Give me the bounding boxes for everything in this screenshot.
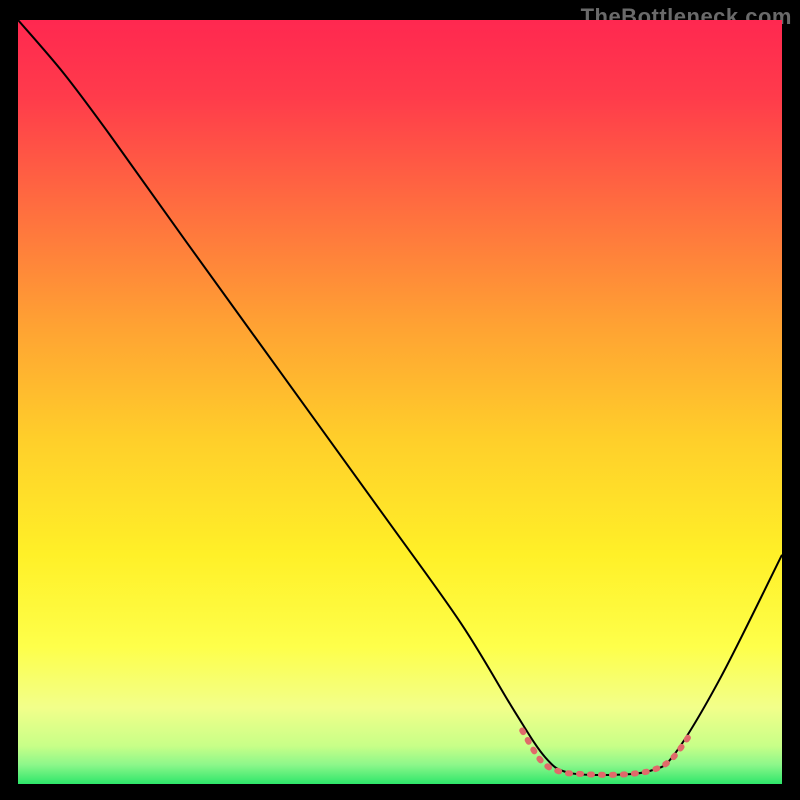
chart-svg: [18, 20, 782, 784]
chart-area: [18, 20, 782, 784]
gradient-background: [18, 20, 782, 784]
